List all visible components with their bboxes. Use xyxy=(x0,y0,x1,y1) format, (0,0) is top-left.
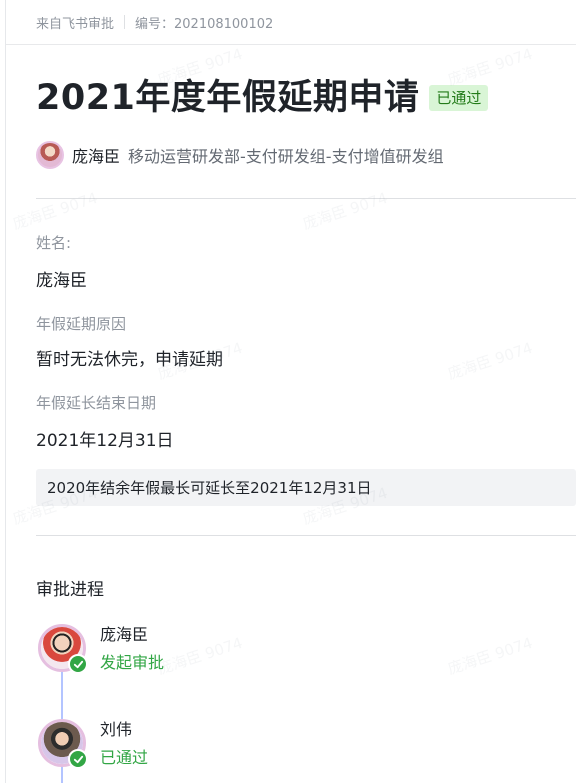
watermark: 庞海臣 9074 xyxy=(155,633,245,679)
step-person-name[interactable]: 庞海臣 xyxy=(100,624,164,646)
field-value-name: 庞海臣 xyxy=(36,271,87,291)
avatar[interactable] xyxy=(38,624,88,674)
applicant-info: 庞海臣 移动运营研发部-支付研发组-支付增值研发组 xyxy=(36,141,444,169)
timeline-step-text: 刘伟 已通过 xyxy=(100,719,148,769)
source-label: 来自飞书审批 xyxy=(36,16,115,32)
serial-number: 编号：202108100102 xyxy=(135,16,274,32)
field-label-end-date: 年假延长结束日期 xyxy=(36,394,157,412)
check-icon xyxy=(68,654,88,674)
field-value-reason: 暂时无法休完，申请延期 xyxy=(36,350,223,370)
divider xyxy=(36,198,576,199)
timeline-step: 刘伟 已通过 xyxy=(38,719,148,769)
process-title: 审批进程 xyxy=(36,580,104,600)
applicant-department: 移动运营研发部-支付研发组-支付增值研发组 xyxy=(128,147,444,166)
meta-separator xyxy=(124,15,126,29)
watermark: 庞海臣 9074 xyxy=(445,633,535,679)
timeline-step-text: 庞海臣 发起审批 xyxy=(100,624,164,674)
step-status: 发起审批 xyxy=(100,653,165,672)
applicant-name[interactable]: 庞海臣 xyxy=(72,143,120,167)
approval-meta-bar: 来自飞书审批 编号：202108100102 xyxy=(6,0,576,45)
approval-card: 来自飞书审批 编号：202108100102 2021年度年假延期申请 已通过 … xyxy=(6,0,576,783)
title-row: 2021年度年假延期申请 已通过 xyxy=(36,74,489,122)
step-person-name[interactable]: 刘伟 xyxy=(100,719,148,741)
avatar[interactable] xyxy=(36,141,64,169)
watermark: 庞海臣 9074 xyxy=(10,188,100,234)
timeline-connector xyxy=(61,670,63,720)
watermark: 庞海臣 9074 xyxy=(300,188,390,234)
avatar[interactable] xyxy=(38,719,88,769)
step-status: 已通过 xyxy=(100,748,149,767)
field-label-reason: 年假延期原因 xyxy=(36,315,127,333)
status-badge: 已通过 xyxy=(429,85,489,111)
field-value-end-date: 2021年12月31日 xyxy=(36,431,174,451)
field-label-name: 姓名: xyxy=(36,234,72,252)
watermark: 庞海臣 9074 xyxy=(445,338,535,384)
divider xyxy=(36,535,576,536)
info-note: 2020年结余年假最长可延长至2021年12月31日 xyxy=(36,469,576,506)
info-note-text: 2020年结余年假最长可延长至2021年12月31日 xyxy=(47,479,372,497)
timeline-step: 庞海臣 发起审批 xyxy=(38,624,164,674)
check-icon xyxy=(68,749,88,769)
page-title: 2021年度年假延期申请 xyxy=(36,78,420,118)
